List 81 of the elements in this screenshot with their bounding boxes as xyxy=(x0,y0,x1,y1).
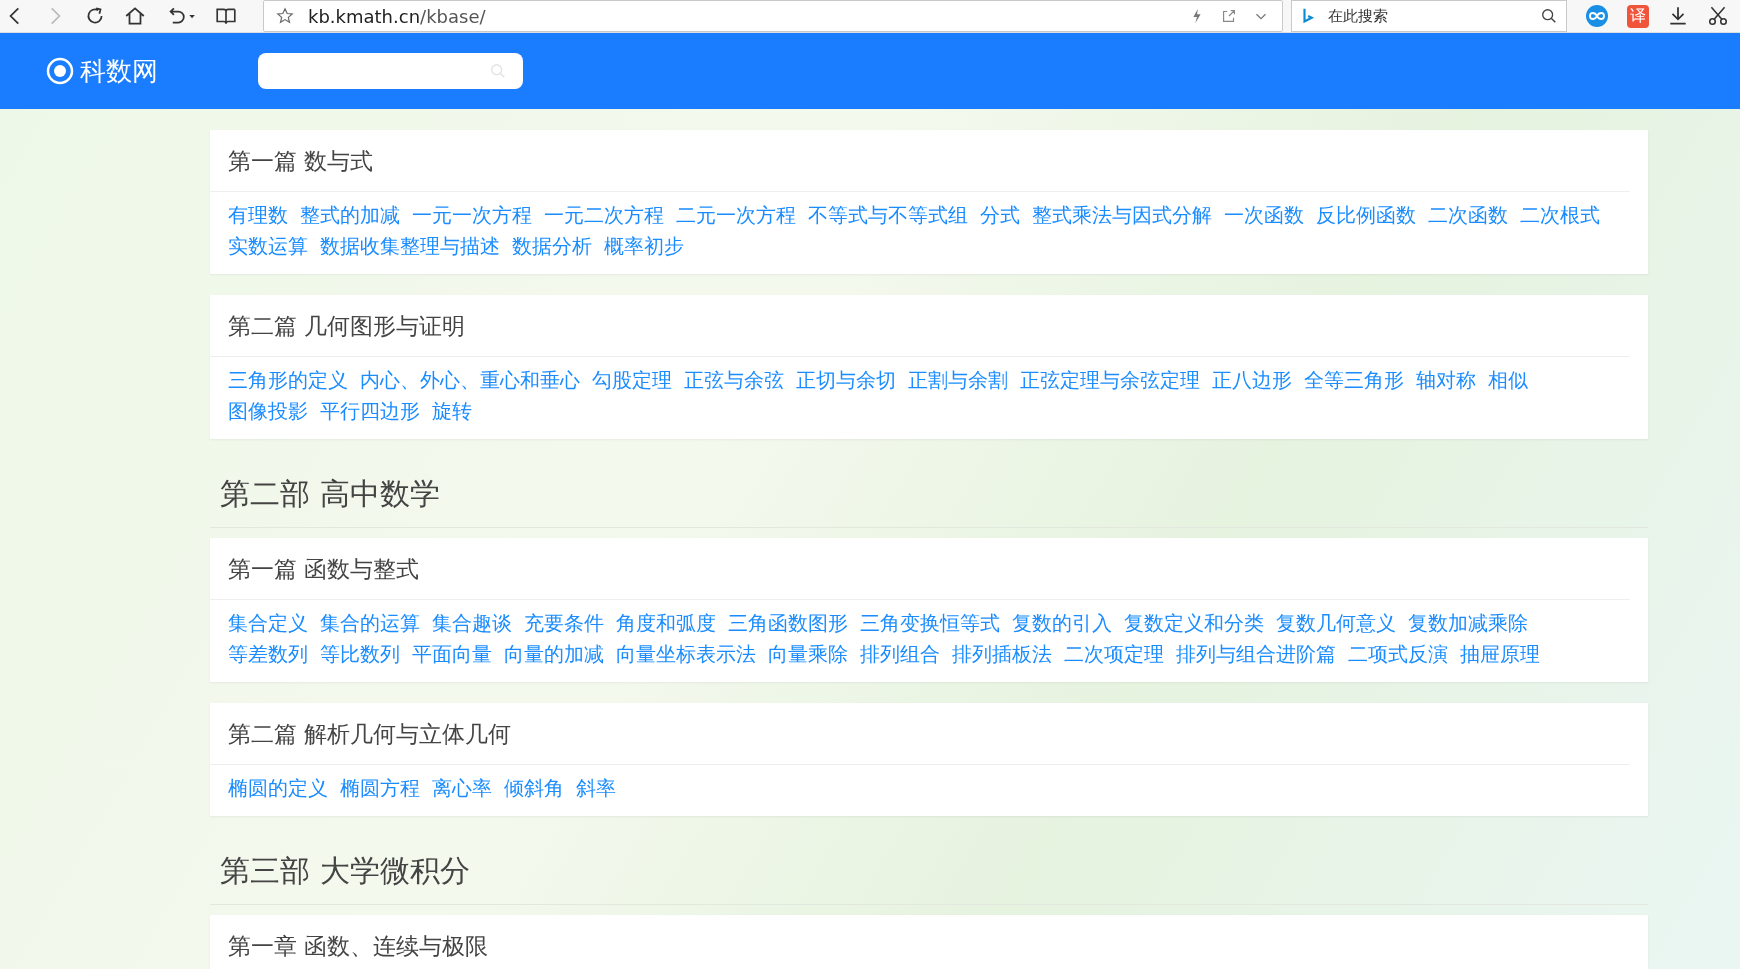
topic-link[interactable]: 二项式反演 xyxy=(1348,639,1448,670)
topic-link[interactable]: 数据分析 xyxy=(512,231,592,262)
topic-link[interactable]: 分式 xyxy=(980,200,1020,231)
topic-link[interactable]: 向量的加减 xyxy=(504,639,604,670)
topic-link[interactable]: 排列与组合进阶篇 xyxy=(1176,639,1336,670)
search-icon[interactable] xyxy=(1540,7,1558,25)
topic-link[interactable]: 复数定义和分类 xyxy=(1124,608,1264,639)
topic-link[interactable]: 斜率 xyxy=(576,773,616,804)
topic-link[interactable]: 集合定义 xyxy=(228,608,308,639)
topic-link[interactable]: 三角形的定义 xyxy=(228,365,348,396)
chapter-title: 第二篇 解析几何与立体几何 xyxy=(210,703,1630,765)
topic-link[interactable]: 二次根式 xyxy=(1520,200,1600,231)
topic-link[interactable]: 复数几何意义 xyxy=(1276,608,1396,639)
download-icon[interactable] xyxy=(1667,5,1689,27)
home-icon[interactable] xyxy=(124,5,146,27)
topic-link[interactable]: 集合的运算 xyxy=(320,608,420,639)
radio-circle-icon xyxy=(46,57,74,85)
topic-link[interactable]: 旋转 xyxy=(432,396,472,427)
topic-link[interactable]: 整式的加减 xyxy=(300,200,400,231)
topic-link[interactable]: 等差数列 xyxy=(228,639,308,670)
topic-link[interactable]: 一元一次方程 xyxy=(412,200,532,231)
topic-link[interactable]: 角度和弧度 xyxy=(616,608,716,639)
topic-link[interactable]: 正切与余切 xyxy=(796,365,896,396)
topic-link[interactable]: 离心率 xyxy=(432,773,492,804)
topic-link[interactable]: 一元二次方程 xyxy=(544,200,664,231)
topic-link[interactable]: 内心、外心、重心和垂心 xyxy=(360,365,580,396)
browser-search-field[interactable]: 在此搜索 xyxy=(1291,0,1567,32)
site-logo[interactable]: 科数网 xyxy=(46,53,158,89)
topic-link[interactable]: 向量乘除 xyxy=(768,639,848,670)
topic-link[interactable]: 充要条件 xyxy=(524,608,604,639)
topic-link[interactable]: 椭圆方程 xyxy=(340,773,420,804)
topic-link[interactable]: 集合趣谈 xyxy=(432,608,512,639)
site-search-field[interactable] xyxy=(258,53,523,89)
topic-link[interactable]: 相似 xyxy=(1488,365,1528,396)
topic-link[interactable]: 二元一次方程 xyxy=(676,200,796,231)
topic-link[interactable]: 图像投影 xyxy=(228,396,308,427)
chapter-title: 第一篇 数与式 xyxy=(210,130,1630,192)
topic-link[interactable]: 平面向量 xyxy=(412,639,492,670)
topic-link[interactable]: 正八边形 xyxy=(1212,365,1292,396)
topic-link[interactable]: 三角变换恒等式 xyxy=(860,608,1000,639)
part-heading: 第二部 高中数学 xyxy=(210,460,1648,528)
topic-link[interactable]: 排列组合 xyxy=(860,639,940,670)
topic-link[interactable]: 平行四边形 xyxy=(320,396,420,427)
url-text: kb.kmath.cn/kbase/ xyxy=(308,5,487,27)
topic-link[interactable]: 椭圆的定义 xyxy=(228,773,328,804)
topic-link[interactable]: 正弦与余弦 xyxy=(684,365,784,396)
topic-link[interactable]: 概率初步 xyxy=(604,231,684,262)
topic-link[interactable]: 复数加减乘除 xyxy=(1408,608,1528,639)
topic-link[interactable]: 实数运算 xyxy=(228,231,308,262)
infinity-icon[interactable] xyxy=(1585,4,1609,28)
star-icon[interactable] xyxy=(276,7,294,25)
topic-link[interactable]: 三角函数图形 xyxy=(728,608,848,639)
topic-link[interactable]: 排列插板法 xyxy=(952,639,1052,670)
chapter-title: 第一章 函数、连续与极限 xyxy=(210,915,1630,969)
address-bar[interactable]: kb.kmath.cn/kbase/ xyxy=(263,0,1283,32)
topic-link[interactable]: 一次函数 xyxy=(1224,200,1304,231)
topic-link[interactable]: 倾斜角 xyxy=(504,773,564,804)
topic-link[interactable]: 全等三角形 xyxy=(1304,365,1404,396)
topic-link[interactable]: 等比数列 xyxy=(320,639,400,670)
chapter-title: 第一篇 函数与整式 xyxy=(210,538,1630,600)
topic-link[interactable]: 轴对称 xyxy=(1416,365,1476,396)
chapter-title: 第二篇 几何图形与证明 xyxy=(210,295,1630,357)
topic-link[interactable]: 勾股定理 xyxy=(592,365,672,396)
share-icon[interactable] xyxy=(1220,7,1238,25)
topic-link[interactable]: 二次函数 xyxy=(1428,200,1508,231)
part-heading: 第三部 大学微积分 xyxy=(210,837,1648,905)
topic-link[interactable]: 数据收集整理与描述 xyxy=(320,231,500,262)
topic-link[interactable]: 向量坐标表示法 xyxy=(616,639,756,670)
topic-link[interactable]: 二次项定理 xyxy=(1064,639,1164,670)
topic-link[interactable]: 反比例函数 xyxy=(1316,200,1416,231)
topic-link[interactable]: 整式乘法与因式分解 xyxy=(1032,200,1212,231)
topic-link[interactable]: 有理数 xyxy=(228,200,288,231)
translate-button[interactable]: 译 xyxy=(1627,4,1649,28)
topic-link[interactable]: 不等式与不等式组 xyxy=(808,200,968,231)
scissors-icon[interactable] xyxy=(1707,5,1729,27)
topic-link[interactable]: 正割与余割 xyxy=(908,365,1008,396)
search-placeholder: 在此搜索 xyxy=(1328,6,1389,26)
topic-link[interactable]: 正弦定理与余弦定理 xyxy=(1020,365,1200,396)
topic-link[interactable]: 复数的引入 xyxy=(1012,608,1112,639)
logo-text: 科数网 xyxy=(80,54,158,88)
topic-link[interactable]: 抽屉原理 xyxy=(1460,639,1540,670)
